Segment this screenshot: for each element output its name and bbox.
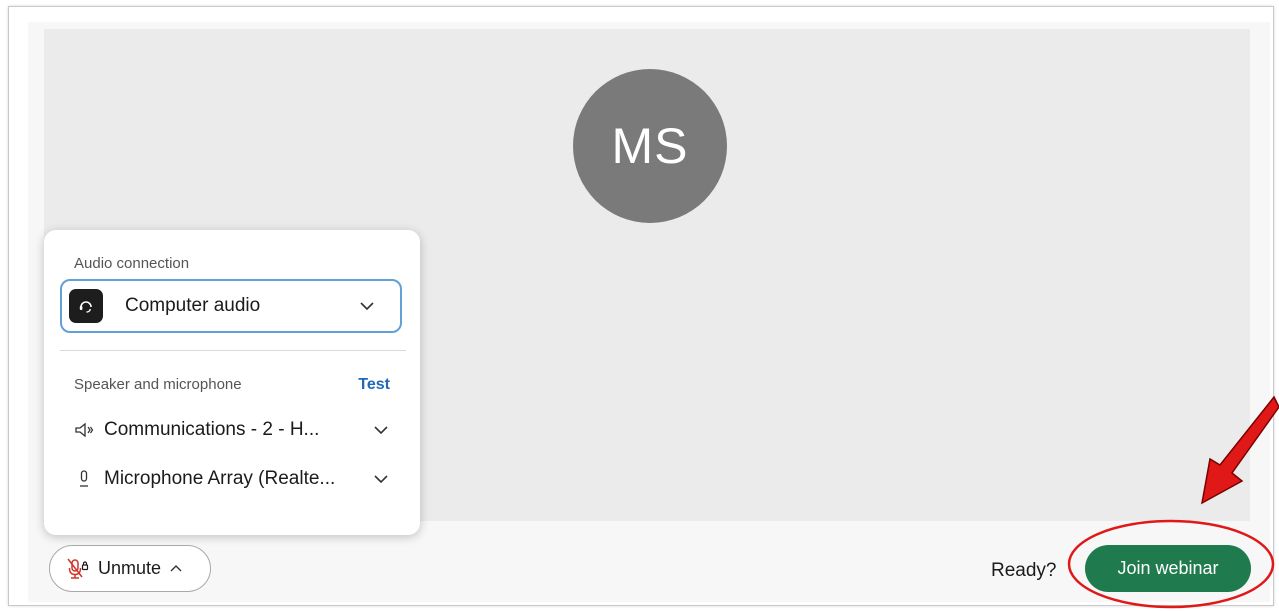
unmute-label: Unmute [98,558,162,578]
join-webinar-button[interactable]: Join webinar [1085,545,1251,592]
chevron-down-icon [360,302,374,311]
chevron-down-icon [374,475,388,484]
speaker-value: Communications - 2 - H... [104,419,320,440]
headset-icon [69,289,103,323]
muted-microphone-icon [67,558,89,579]
microphone-dropdown[interactable]: Microphone Array (Realte... [74,463,390,495]
microphone-value: Microphone Array (Realte... [104,468,336,489]
test-audio-link[interactable]: Test [358,376,390,394]
speaker-icon [75,422,94,438]
avatar: MS [573,69,727,223]
audio-connection-label: Audio connection [74,255,190,272]
audio-connection-dropdown[interactable]: Computer audio [60,279,402,333]
ready-text: Ready? [991,560,1057,581]
chevron-up-icon[interactable] [169,562,183,576]
chevron-down-icon [374,426,388,435]
unmute-button[interactable]: Unmute [49,545,211,592]
speaker-dropdown[interactable]: Communications - 2 - H... [74,414,390,446]
avatar-initials: MS [611,118,689,174]
speaker-microphone-label: Speaker and microphone [74,376,242,393]
audio-connection-value: Computer audio [125,295,261,316]
microphone-icon [80,470,88,487]
audio-settings-panel: Audio connection Computer audio Speaker … [44,230,420,535]
divider [60,350,406,351]
join-webinar-label: Join webinar [1117,558,1219,578]
